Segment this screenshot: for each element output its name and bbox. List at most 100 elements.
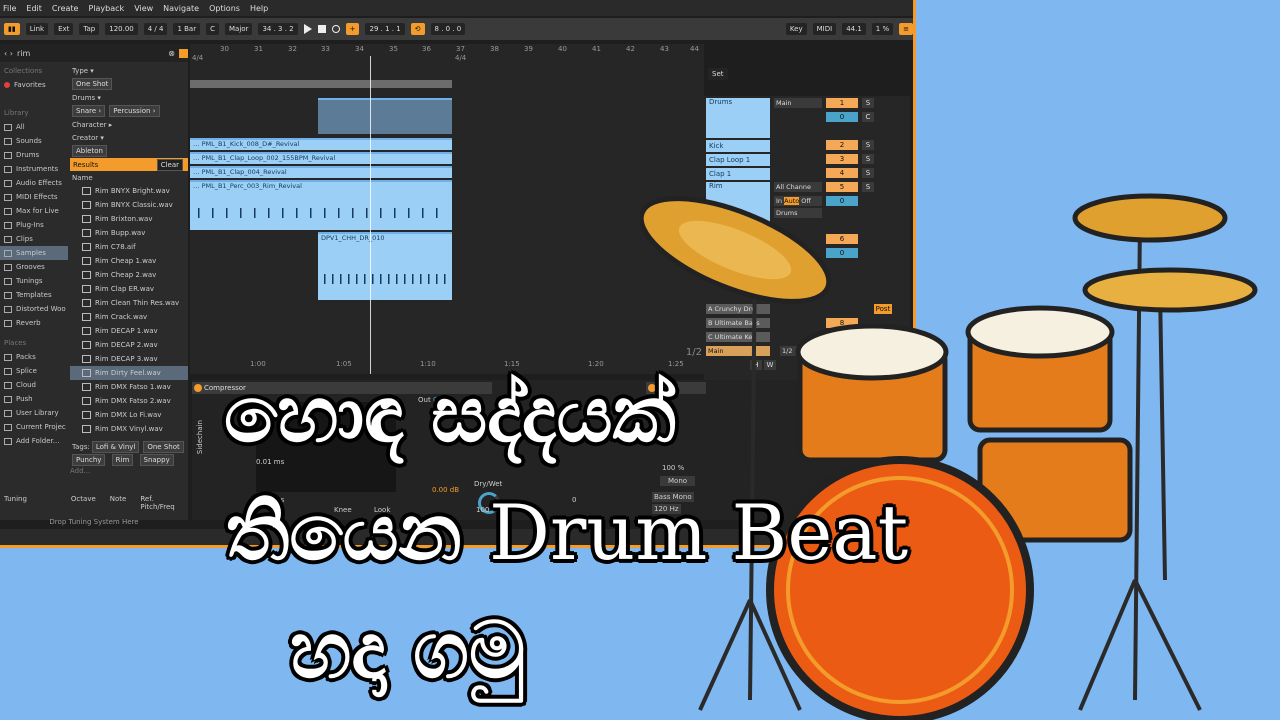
clip-hihat[interactable]: DPV1_CHH_DR_010 [318, 232, 452, 300]
scale-select[interactable]: Major [225, 23, 253, 35]
list-item[interactable]: Rim Cheap 1.wav [70, 254, 188, 268]
percussion-chip[interactable]: Percussion › [109, 105, 160, 117]
list-item[interactable]: Rim BNYX Classic.wav [70, 198, 188, 212]
list-item[interactable]: Rim Clap ER.wav [70, 282, 188, 296]
loop-start-field[interactable]: 29 . 1 . 1 [365, 23, 405, 35]
track-number[interactable]: 3 [826, 154, 858, 164]
menu-edit[interactable]: Edit [26, 4, 42, 13]
list-item[interactable]: Rim Bupp.wav [70, 226, 188, 240]
loop-icon[interactable]: ⟲ [410, 23, 425, 35]
sidebar-item-place[interactable]: Push [0, 392, 68, 406]
sidebar-item-library[interactable]: Plug-Ins [0, 218, 68, 232]
tag-chip[interactable]: Lofi & Vinyl [91, 440, 140, 453]
list-item[interactable]: Rim DMX Fatso 1.wav [70, 380, 188, 394]
view-toggle-icon[interactable]: ▮▮ [4, 23, 20, 35]
tag-chip[interactable]: Snappy [139, 454, 174, 466]
creator-chip[interactable]: Ableton [72, 145, 107, 157]
set-button[interactable]: Set [708, 68, 728, 80]
list-item[interactable]: Rim DECAP 2.wav [70, 338, 188, 352]
solo-button[interactable]: S [862, 140, 874, 150]
sidebar-item-library[interactable]: MIDI Effects [0, 190, 68, 204]
solo-button[interactable]: S [862, 98, 874, 108]
loop-length-field[interactable]: 8 . 0 . 0 [430, 23, 466, 35]
tag-chip[interactable]: Punchy [72, 454, 106, 466]
solo-button[interactable]: S [862, 168, 874, 178]
overdub-icon[interactable]: + [345, 23, 360, 35]
sidebar-item-library[interactable]: All [0, 120, 68, 134]
list-item[interactable]: Rim BNYX Bright.wav [70, 184, 188, 198]
sidebar-item-favorites[interactable]: Favorites [0, 78, 68, 92]
list-item[interactable]: Rim DECAP 1.wav [70, 324, 188, 338]
quantize-select[interactable]: 1 Bar [173, 23, 201, 35]
menu-navigate[interactable]: Navigate [163, 4, 199, 13]
tap-button[interactable]: Tap [79, 23, 100, 35]
track-kick[interactable]: Kick [706, 140, 770, 152]
list-item[interactable]: Rim DMX Lo Fi.wav [70, 408, 188, 422]
list-item[interactable]: Rim Clean Thin Res.wav [70, 296, 188, 310]
time-ruler[interactable]: 1:00 1:05 1:10 1:15 1:20 1:25 [250, 360, 694, 370]
record-icon[interactable] [331, 25, 340, 33]
sidebar-item-place[interactable]: Add Folder... [0, 434, 68, 448]
drums-routing[interactable]: Main [774, 98, 822, 108]
sidebar-item-library[interactable]: Samples [0, 246, 68, 260]
track-number[interactable]: 1 [826, 98, 858, 108]
track-clap[interactable]: Clap 1 [706, 168, 770, 180]
bar-ruler[interactable]: 4/4 30 31 32 33 34 35 36 37 38 39 40 41 … [190, 44, 704, 64]
type-filter[interactable]: Type ▾ [70, 64, 188, 77]
pan-value[interactable]: 0 [826, 112, 858, 122]
sidebar-item-library[interactable]: Reverb [0, 316, 68, 330]
list-item[interactable]: Rim Brixton.wav [70, 212, 188, 226]
menu-file[interactable]: File [3, 4, 16, 13]
track-clap-loop[interactable]: Clap Loop 1 [706, 154, 770, 166]
sidebar-item-library[interactable]: Max for Live [0, 204, 68, 218]
search-input[interactable]: rim [17, 49, 164, 58]
sidebar-item-place[interactable]: Packs [0, 350, 68, 364]
clip-clap-loop[interactable]: … PML_B1_Clap_Loop_002_155BPM_Revival [190, 152, 452, 164]
solo-button[interactable]: S [862, 154, 874, 164]
list-item[interactable]: Rim DECAP 3.wav [70, 352, 188, 366]
play-icon[interactable] [303, 24, 312, 34]
sidebar-item-place[interactable]: Current Projec [0, 420, 68, 434]
add-tag-link[interactable]: Add... [70, 467, 90, 475]
back-icon[interactable]: ‹ › [4, 49, 13, 58]
time-signature[interactable]: 4 / 4 [143, 23, 168, 35]
sidebar-item-library[interactable]: Grooves [0, 260, 68, 274]
filter-icon[interactable] [179, 48, 188, 58]
snare-chip[interactable]: Snare › [72, 105, 106, 117]
sidebar-item-place[interactable]: User Library [0, 406, 68, 420]
sidebar-item-place[interactable]: Cloud [0, 378, 68, 392]
menu-icon[interactable]: ≡ [899, 23, 913, 35]
list-item[interactable]: Rim Crack.wav [70, 310, 188, 324]
tag-chip[interactable]: Rim [111, 454, 134, 466]
sidebar-item-place[interactable]: Splice [0, 364, 68, 378]
tag-chip[interactable]: One Shot [143, 440, 184, 453]
drum-group-clip[interactable] [318, 98, 452, 134]
midi-map-button[interactable]: MIDI [812, 23, 837, 35]
clip-rim[interactable]: … PML_B1_Perc_003_Rim_Revival [190, 180, 452, 230]
ext-button[interactable]: Ext [54, 23, 74, 35]
device-power-icon[interactable] [194, 384, 202, 392]
creator-filter[interactable]: Creator ▾ [70, 131, 188, 144]
sidebar-item-library[interactable]: Tunings [0, 274, 68, 288]
track-number[interactable]: 4 [826, 168, 858, 178]
link-button[interactable]: Link [25, 23, 49, 35]
key-map-button[interactable]: Key [785, 23, 807, 35]
track-number[interactable]: 2 [826, 140, 858, 150]
clip-clap[interactable]: … PML_B1_Clap_004_Revival [190, 166, 452, 178]
list-item[interactable]: Rim C78.aif [70, 240, 188, 254]
clip-kick[interactable]: … PML_B1_Kick_008_D#_Revival [190, 138, 452, 150]
sidebar-item-library[interactable]: Sounds [0, 134, 68, 148]
sidebar-item-library[interactable]: Clips [0, 232, 68, 246]
sidebar-item-library[interactable]: Templates [0, 288, 68, 302]
key-select[interactable]: C [206, 23, 219, 35]
sidebar-item-library[interactable]: Drums [0, 148, 68, 162]
name-column-header[interactable]: Name [70, 171, 188, 184]
list-item[interactable]: Rim DMX Vinyl.wav [70, 422, 188, 436]
list-item[interactable]: Rim DMX Fatso 2.wav [70, 394, 188, 408]
list-item[interactable]: Rim Dirty Feel.wav [70, 366, 188, 380]
position-field[interactable]: 34 . 3 . 2 [258, 23, 298, 35]
sidechain-label[interactable]: Sidechain [196, 420, 204, 454]
stop-icon[interactable] [317, 25, 326, 33]
menu-help[interactable]: Help [250, 4, 268, 13]
sidebar-item-library[interactable]: Distorted Woo [0, 302, 68, 316]
